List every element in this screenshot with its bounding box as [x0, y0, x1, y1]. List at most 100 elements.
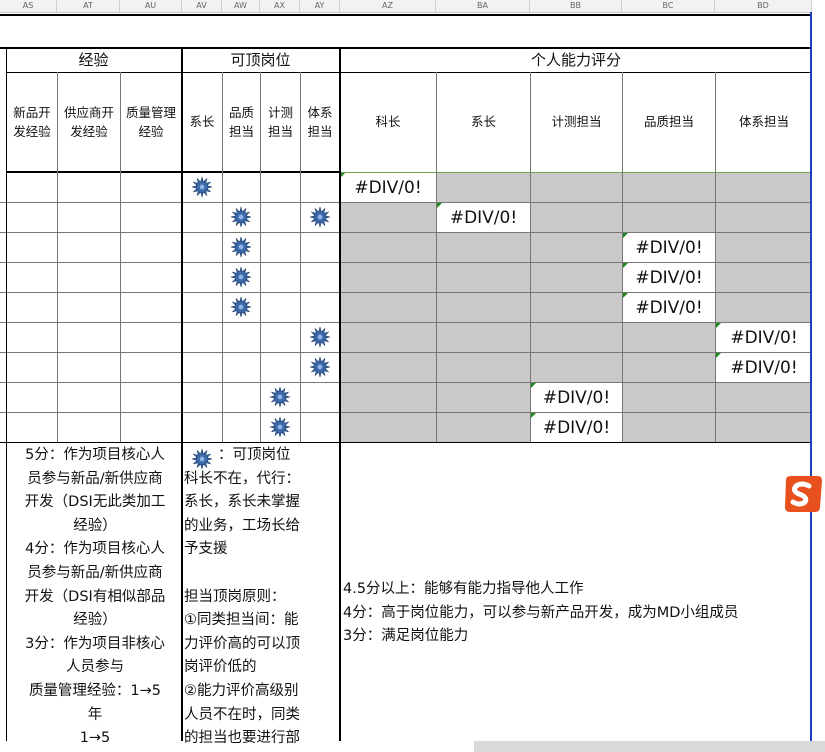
grid-line	[222, 72, 223, 442]
column-letter[interactable]: BB	[530, 0, 622, 12]
note-line: 岗评价低的	[184, 659, 257, 676]
note-line: 人员参与	[66, 659, 124, 676]
substitute-star-icon	[230, 236, 252, 258]
sogou-ime-logo-icon[interactable]	[782, 474, 824, 514]
grid-line	[622, 72, 623, 442]
div-error-cell: #DIV/0!	[531, 383, 622, 412]
comment-indicator-icon	[531, 413, 536, 418]
substitute-star-icon	[230, 266, 252, 288]
position-col-header: 计测担当	[267, 104, 293, 139]
grid-line	[0, 262, 812, 263]
div-error-cell: #DIV/0!	[623, 263, 715, 292]
note-line: ：可顶岗位	[218, 447, 291, 463]
score-row-background	[340, 233, 812, 262]
vertical-scrollbar[interactable]	[812, 12, 825, 752]
header-ability-score: 个人能力评分	[530, 50, 621, 69]
substitute-star-icon	[230, 296, 252, 318]
top-border	[0, 14, 812, 16]
note-line: 系长，系长未掌握	[184, 494, 300, 511]
position-note: ：可顶岗位科长不在，代行： 系长，系长未掌握 的业务，工场长给 予支援担当顶岗原则： ①…	[184, 444, 340, 751]
score-col-header: 系长	[470, 114, 496, 130]
grid-line	[0, 322, 812, 323]
comment-indicator-icon	[623, 263, 628, 268]
score-note: 4.5分以上：能够有能力指导他人工作 4分：高于岗位能力，可以参与新产品开发，成为…	[343, 578, 813, 649]
div-error-cell: #DIV/0!	[623, 233, 715, 262]
note-line: ②能力评价高级别	[184, 682, 299, 699]
column-letter[interactable]: AX	[260, 0, 300, 12]
substitute-star-icon	[191, 176, 213, 198]
comment-indicator-icon	[437, 203, 442, 208]
div-error-cell: #DIV/0!	[716, 353, 812, 382]
note-line: 予支援	[184, 541, 228, 558]
grid-line	[181, 47, 183, 741]
grid-line	[120, 72, 121, 442]
note-line: 4分：作为项目核心人	[25, 541, 165, 558]
score-row-background	[340, 293, 812, 322]
column-letter[interactable]: AZ	[340, 0, 436, 12]
score-row-background	[340, 263, 812, 292]
substitute-star-icon	[309, 206, 331, 228]
note-line: 3分：作为项目非核心	[25, 635, 165, 652]
grid-line	[436, 72, 437, 442]
note-line: 3分：满足岗位能力	[343, 628, 469, 645]
experience-col-header: 质量管理经验	[125, 104, 176, 139]
note-line: 开发（DSI无此类加工	[24, 494, 166, 511]
score-col-header: 计测担当	[551, 114, 602, 130]
position-col-header: 体系担当	[307, 104, 333, 139]
grid-line	[0, 292, 812, 293]
note-line: 开发（DSI有相似部品	[24, 588, 166, 605]
grid-line	[0, 352, 812, 353]
div-error-cell: #DIV/0!	[437, 203, 530, 232]
grid-line	[530, 72, 531, 442]
column-letter[interactable]: AU	[120, 0, 182, 12]
note-line: 力评价高的可以顶	[184, 635, 300, 652]
substitute-star-icon	[230, 206, 252, 228]
note-line: 员参与新品/新供应商	[27, 564, 163, 581]
note-line: 经验）	[73, 517, 117, 534]
comment-indicator-icon	[623, 233, 628, 238]
grid-line	[260, 72, 261, 442]
grid-line	[6, 171, 339, 173]
header-experience: 经验	[78, 50, 109, 69]
grid-line	[0, 202, 812, 203]
experience-col-header: 新品开发经验	[13, 104, 51, 139]
div-error-cell: #DIV/0!	[340, 173, 436, 202]
score-col-header: 科长	[375, 114, 401, 130]
note-line: ①同类担当间：能	[184, 612, 299, 629]
grid-line	[6, 72, 812, 73]
experience-col-header: 供应商开发经验	[63, 104, 114, 139]
column-letter[interactable]: AV	[182, 0, 222, 12]
note-line: 的业务，工场长给	[184, 517, 300, 534]
grid-line	[0, 382, 812, 383]
grid-line	[6, 47, 7, 741]
substitute-star-icon	[269, 386, 291, 408]
note-line: 员参与新品/新供应商	[27, 470, 163, 487]
div-error-cell: #DIV/0!	[531, 413, 622, 442]
note-line: 担当顶岗原则：	[184, 588, 286, 605]
note-line: 科长不在，代行：	[184, 470, 300, 487]
comment-indicator-icon	[716, 323, 721, 328]
position-col-header: 品质担当	[228, 104, 254, 139]
comment-indicator-icon	[531, 383, 536, 388]
grid-line	[715, 72, 716, 442]
substitute-star-icon	[309, 326, 331, 348]
note-line: 年	[87, 706, 103, 723]
column-letter[interactable]: AT	[57, 0, 120, 12]
score-col-header: 体系担当	[738, 114, 789, 130]
selection-line	[339, 172, 812, 173]
column-letter[interactable]: BD	[715, 0, 812, 12]
note-line: 1→5	[79, 730, 111, 747]
experience-note: 5分：作为项目核心人 员参与新品/新供应商 开发（DSI无此类加工 经验） 4分：作为项…	[10, 444, 180, 751]
horizontal-scrollbar[interactable]	[474, 741, 825, 752]
column-letter[interactable]: AW	[222, 0, 260, 12]
column-letter[interactable]: AS	[0, 0, 57, 12]
grid-line	[0, 442, 812, 443]
column-letter[interactable]: AY	[300, 0, 340, 12]
column-letter[interactable]: BC	[622, 0, 715, 12]
column-letter[interactable]: BA	[436, 0, 530, 12]
grid-line	[57, 72, 58, 442]
grid-line	[0, 412, 812, 413]
div-error-cell: #DIV/0!	[623, 293, 715, 322]
note-line: 质量管理经验：1→5	[28, 682, 162, 699]
score-col-header: 品质担当	[643, 114, 694, 130]
